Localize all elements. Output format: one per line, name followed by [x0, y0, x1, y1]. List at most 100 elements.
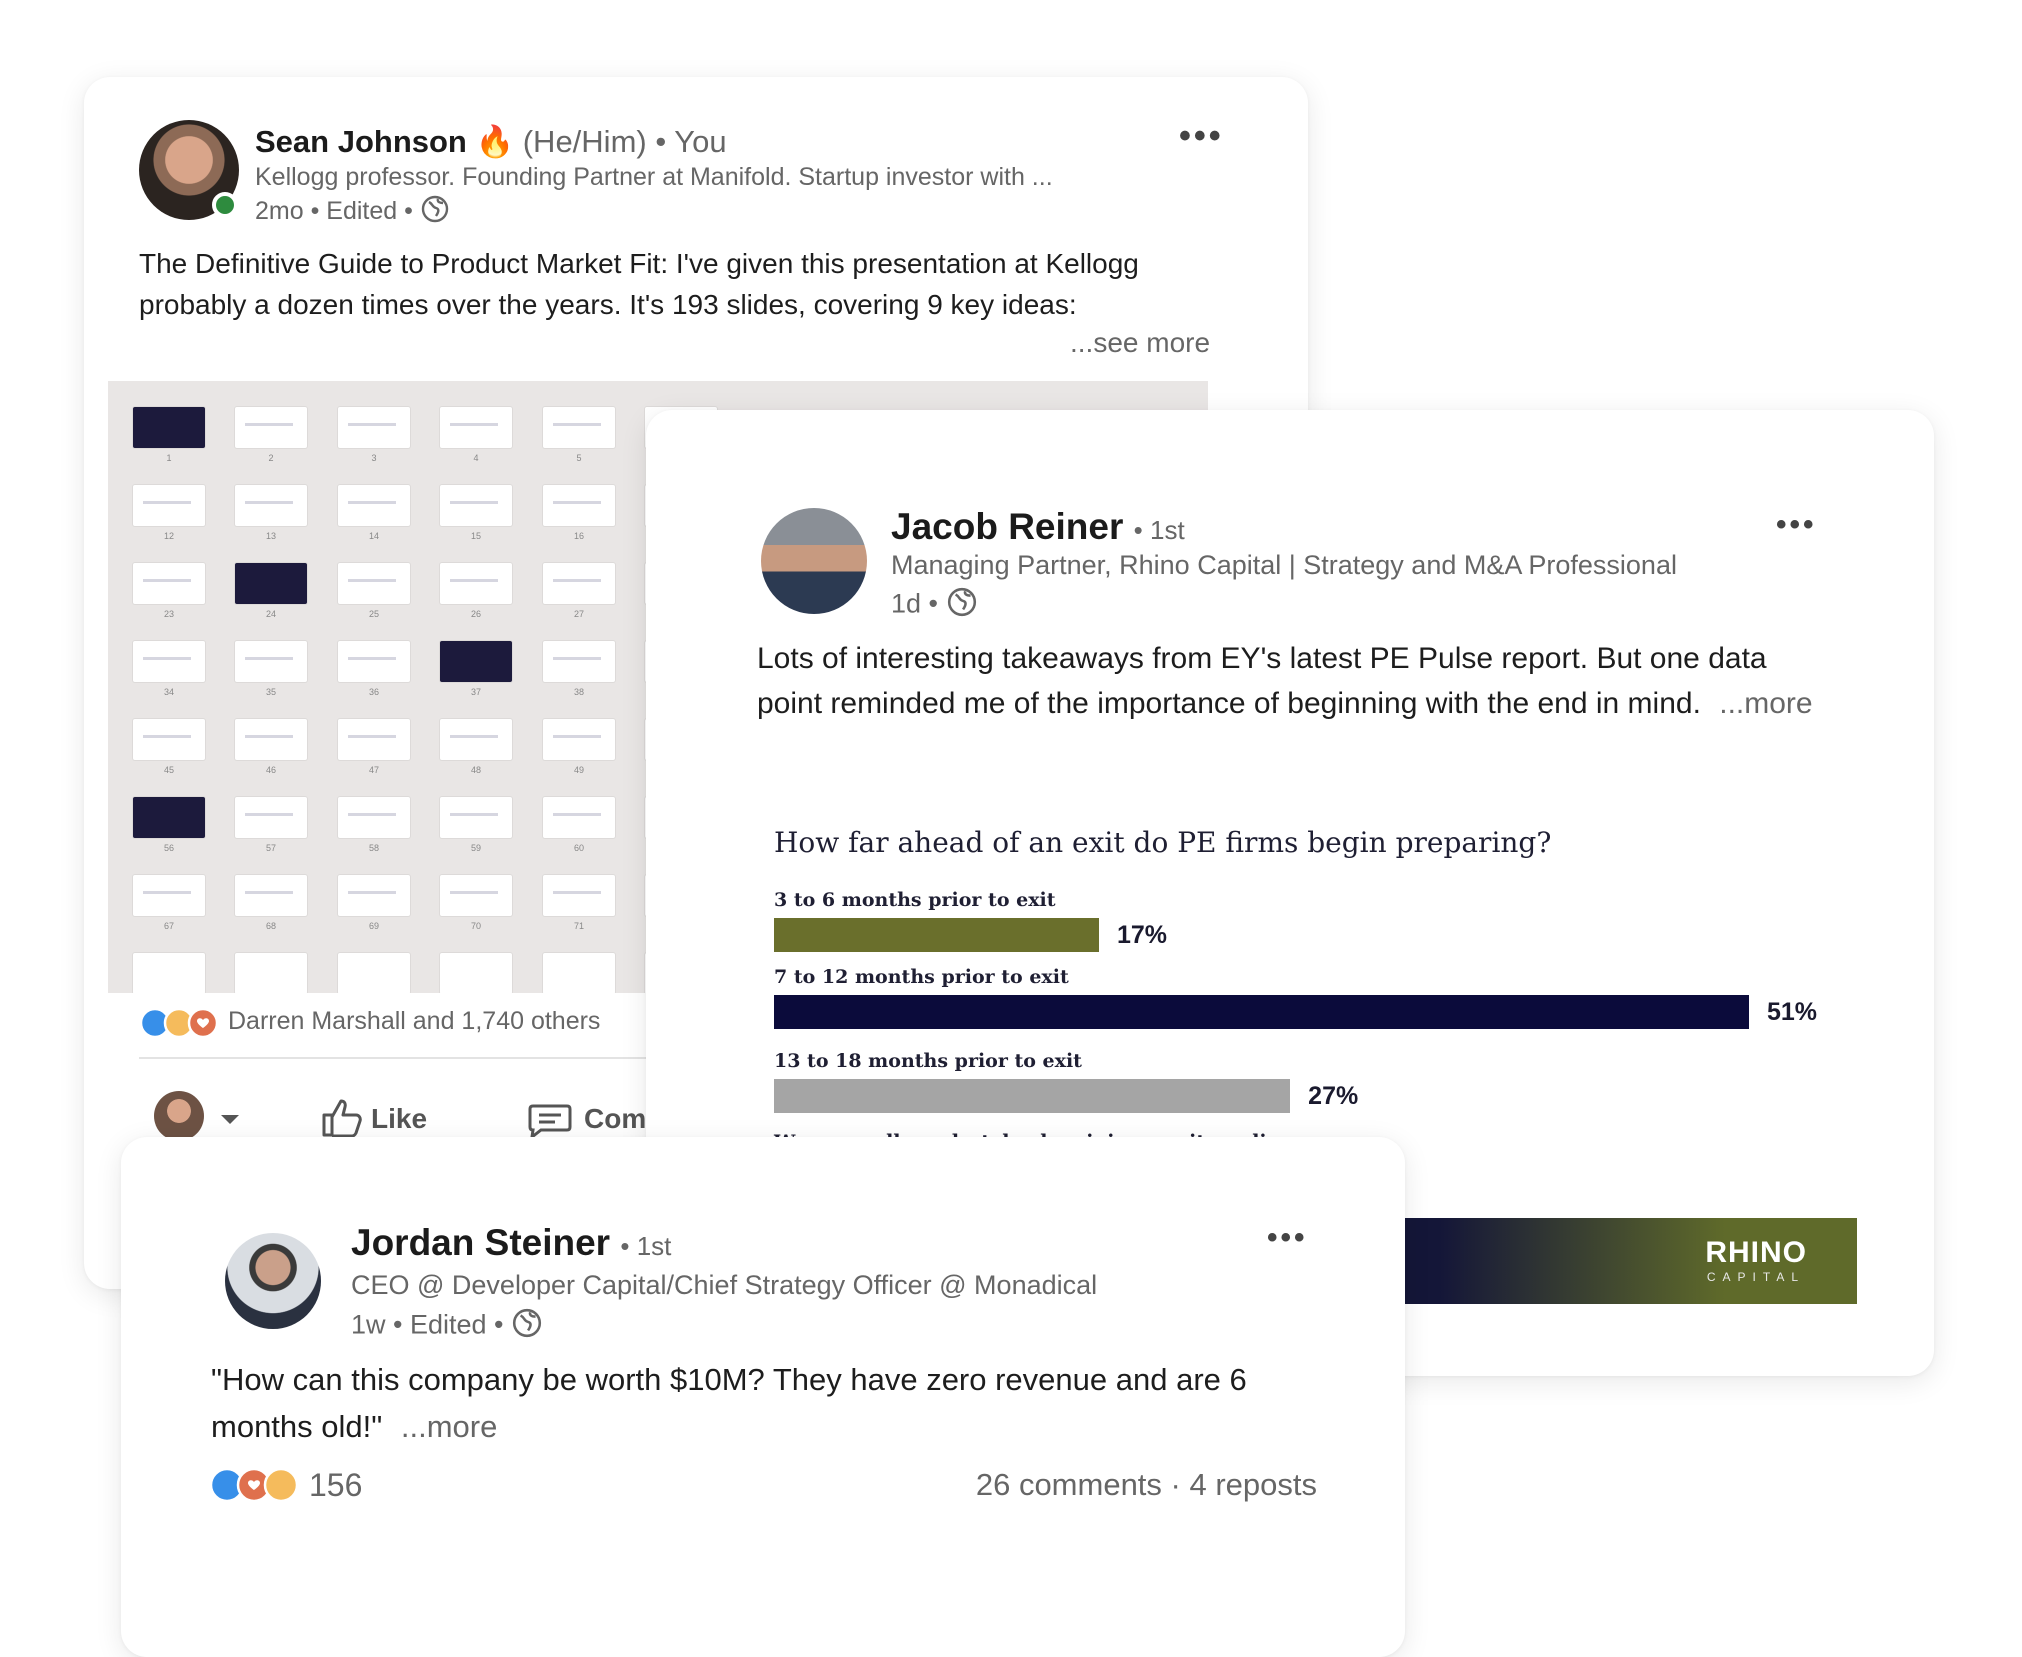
- slide-number: 67: [163, 921, 174, 931]
- post-body: The Definitive Guide to Product Market F…: [139, 248, 1139, 320]
- slide-thumbnail: [235, 641, 307, 682]
- slide-thumbnail: [235, 875, 307, 916]
- avatar[interactable]: [225, 1233, 321, 1329]
- comments-count[interactable]: 26 comments: [976, 1467, 1162, 1502]
- slide-thumbnail: [543, 563, 615, 604]
- more-link[interactable]: ...more: [1719, 687, 1812, 720]
- slide-thumbnail: [133, 719, 205, 760]
- slide-thumbnail: [543, 797, 615, 838]
- author-name[interactable]: Sean Johnson: [255, 124, 467, 159]
- slide-thumbnail: [440, 719, 512, 760]
- connection-degree: 1st: [1149, 515, 1185, 545]
- slide-number: 58: [368, 843, 379, 853]
- slide-number: 4: [473, 453, 479, 463]
- slide-number: 68: [265, 921, 276, 931]
- slide-thumbnail: [235, 407, 307, 448]
- slide-thumbnail: [338, 641, 410, 682]
- slide-thumbnail: [543, 719, 615, 760]
- slide-number: 12: [163, 531, 174, 541]
- see-more-link[interactable]: ...see more: [1064, 327, 1211, 359]
- bar-value-label: 27%: [1308, 1082, 1359, 1110]
- globe-icon: [420, 194, 450, 231]
- post-card-jordan-steiner: Jordan Steiner • 1st CEO @ Developer Cap…: [121, 1137, 1405, 1657]
- slide-number: 23: [163, 609, 174, 619]
- connection-degree: 1st: [636, 1231, 672, 1261]
- slide-number: 34: [163, 687, 174, 697]
- reaction-icons[interactable]: [139, 1006, 221, 1045]
- slide-thumbnail: [133, 641, 205, 682]
- bar: [774, 1079, 1291, 1113]
- slide-thumbnail: [133, 953, 205, 993]
- comment-button-label[interactable]: Com: [584, 1103, 646, 1135]
- slide-thumbnail: [440, 407, 512, 448]
- slide-thumbnail: [338, 953, 410, 993]
- reposts-count[interactable]: 4 reposts: [1189, 1467, 1317, 1502]
- slide-number: 49: [573, 765, 584, 775]
- post-time: 1d: [891, 588, 922, 619]
- post-body-text: Lots of interesting takeaways from EY's …: [757, 642, 1767, 720]
- slide-number: 25: [368, 609, 379, 619]
- more-options-button[interactable]: •••: [1776, 508, 1817, 542]
- slide-number: 14: [368, 531, 379, 541]
- slide-number: 5: [576, 453, 582, 463]
- slide-thumbnail: [440, 953, 512, 993]
- reactions-summary[interactable]: Darren Marshall and 1,740 others: [228, 1007, 600, 1036]
- slide-thumbnail: [235, 953, 307, 993]
- edited-label: Edited: [326, 197, 398, 226]
- slide-thumbnail: [235, 719, 307, 760]
- slide-number: 59: [470, 843, 481, 853]
- author-name[interactable]: Jordan Steiner: [351, 1222, 610, 1263]
- bar-category-label: 13 to 18 months prior to exit: [774, 1050, 1082, 1072]
- more-link[interactable]: ...more: [401, 1409, 497, 1444]
- slide-number: 71: [573, 921, 584, 931]
- slide-thumbnail: [440, 485, 512, 526]
- slide-number: 37: [470, 687, 481, 697]
- avatar[interactable]: [761, 508, 867, 614]
- slide-thumbnail: [338, 485, 410, 526]
- relation-label: You: [674, 124, 727, 159]
- slide-thumbnail: [133, 563, 205, 604]
- slide-thumbnail: [338, 797, 410, 838]
- slide-thumbnail: [338, 875, 410, 916]
- like-button-label[interactable]: Like: [371, 1103, 427, 1135]
- rhino-logo-subtext: CAPITAL: [1706, 1270, 1805, 1284]
- bar-value-label: 51%: [1767, 998, 1818, 1026]
- reaction-icons[interactable]: [209, 1466, 305, 1509]
- slide-thumbnail: [133, 875, 205, 916]
- slide-thumbnail: [338, 407, 410, 448]
- author-headline: Kellogg professor. Founding Partner at M…: [255, 163, 1053, 191]
- chart-title: How far ahead of an exit do PE firms beg…: [774, 826, 1552, 859]
- slide-thumbnail: [440, 641, 512, 682]
- globe-icon: [511, 1307, 543, 1346]
- more-options-button[interactable]: •••: [1267, 1221, 1308, 1255]
- bar: [774, 995, 1749, 1029]
- slide-thumbnail: [338, 563, 410, 604]
- slide-thumbnail: [440, 563, 512, 604]
- chevron-down-icon[interactable]: [219, 1112, 241, 1131]
- slide-number: 46: [265, 765, 276, 775]
- fire-emoji-icon: 🔥: [475, 124, 515, 159]
- like-icon[interactable]: [320, 1097, 364, 1142]
- slide-number: 45: [163, 765, 174, 775]
- slide-number: 1: [166, 453, 172, 463]
- more-options-button[interactable]: •••: [1179, 117, 1224, 156]
- slide-number: 35: [265, 687, 276, 697]
- slide-number: 2: [268, 453, 274, 463]
- slide-number: 70: [470, 921, 481, 931]
- reaction-count[interactable]: 156: [309, 1467, 362, 1504]
- bar-value-label: 17%: [1117, 921, 1168, 949]
- slide-thumbnail: [338, 719, 410, 760]
- author-headline: Managing Partner, Rhino Capital | Strate…: [891, 550, 1677, 580]
- slide-number: 60: [573, 843, 584, 853]
- slide-number: 16: [573, 531, 584, 541]
- reactor-avatar[interactable]: [154, 1091, 204, 1141]
- slide-thumbnail: [235, 485, 307, 526]
- author-name[interactable]: Jacob Reiner: [891, 506, 1123, 547]
- slide-number: 56: [163, 843, 174, 853]
- slide-thumbnail: [543, 407, 615, 448]
- online-status-dot: [212, 192, 238, 218]
- bar-category-label: 7 to 12 months prior to exit: [774, 966, 1069, 988]
- slide-number: 13: [265, 531, 276, 541]
- slide-number: 57: [265, 843, 276, 853]
- post-time: 1w: [351, 1309, 386, 1340]
